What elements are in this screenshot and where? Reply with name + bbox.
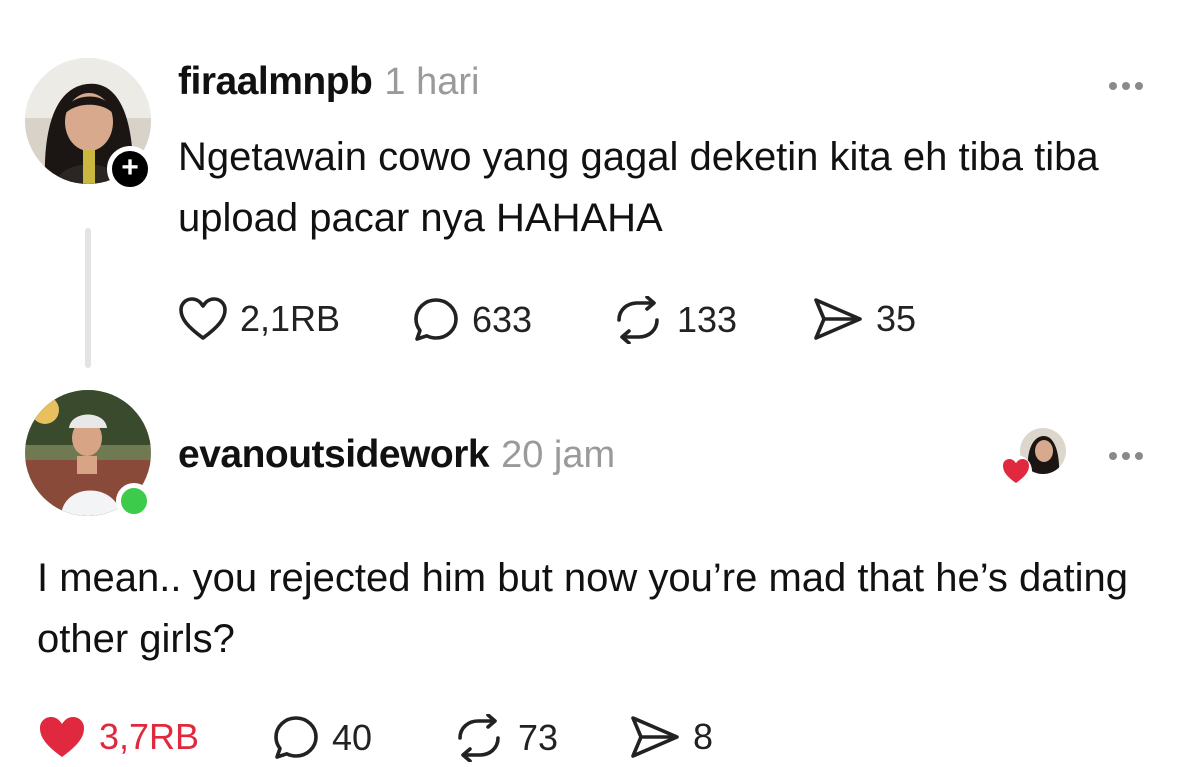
- reply-share-count: 8: [693, 716, 714, 757]
- post-repost-count: 133: [677, 299, 738, 340]
- post-header: firaalmnpb 1 hari: [178, 60, 479, 104]
- reply-username[interactable]: evanoutsidework: [178, 433, 490, 477]
- post-body-text: Ngetawain cowo yang gagal deketin kita e…: [178, 135, 1099, 240]
- paper-plane-icon: [814, 298, 862, 340]
- heart-filled-icon: [1003, 459, 1029, 483]
- repost-arrows-icon: [617, 296, 659, 344]
- online-dot-icon: [116, 483, 152, 519]
- post-like-button[interactable]: 2,1RB: [178, 296, 340, 342]
- post-comment-count: 633: [472, 299, 533, 340]
- heart-outline-icon: [179, 297, 227, 340]
- more-dot: [1109, 82, 1117, 90]
- more-dot: [1109, 452, 1117, 460]
- more-dot: [1122, 82, 1130, 90]
- follow-plus-icon[interactable]: +: [107, 146, 153, 192]
- author-liked-badge: [1000, 455, 1032, 487]
- reply-share-button[interactable]: 8: [629, 714, 713, 760]
- reply-comment-button[interactable]: 40: [272, 714, 372, 762]
- speech-bubble-icon: [414, 298, 458, 341]
- more-dot: [1122, 452, 1130, 460]
- post-repost-button[interactable]: 133: [611, 296, 737, 344]
- paper-plane-icon: [631, 716, 679, 758]
- more-dot: [1135, 452, 1143, 460]
- post-timestamp: 1 hari: [384, 61, 480, 103]
- post-username[interactable]: firaalmnpb: [178, 60, 373, 104]
- reply-header: evanoutsidework 20 jam: [178, 433, 615, 477]
- reply-body-text: I mean.. you rejected him but now you’re…: [37, 556, 1128, 661]
- post-share-count: 35: [876, 298, 917, 339]
- reply-like-button[interactable]: 3,7RB: [37, 714, 199, 760]
- reply-more-icon[interactable]: [1109, 452, 1143, 460]
- post-more-icon[interactable]: [1109, 82, 1143, 90]
- reply-comment-count: 40: [332, 717, 373, 758]
- reply-timestamp: 20 jam: [501, 434, 616, 476]
- thread-connector-line: [85, 228, 91, 368]
- post-comment-button[interactable]: 633: [412, 296, 532, 344]
- more-dot: [1135, 82, 1143, 90]
- reply-repost-button[interactable]: 73: [452, 714, 558, 762]
- reply-like-count: 3,7RB: [99, 716, 200, 757]
- heart-filled-icon: [40, 717, 84, 757]
- reply-repost-count: 73: [518, 717, 559, 758]
- repost-arrows-icon: [458, 714, 500, 762]
- post-like-count: 2,1RB: [240, 298, 341, 339]
- follow-plus-glyph: +: [121, 151, 139, 184]
- speech-bubble-icon: [274, 716, 318, 759]
- post-share-button[interactable]: 35: [812, 296, 916, 342]
